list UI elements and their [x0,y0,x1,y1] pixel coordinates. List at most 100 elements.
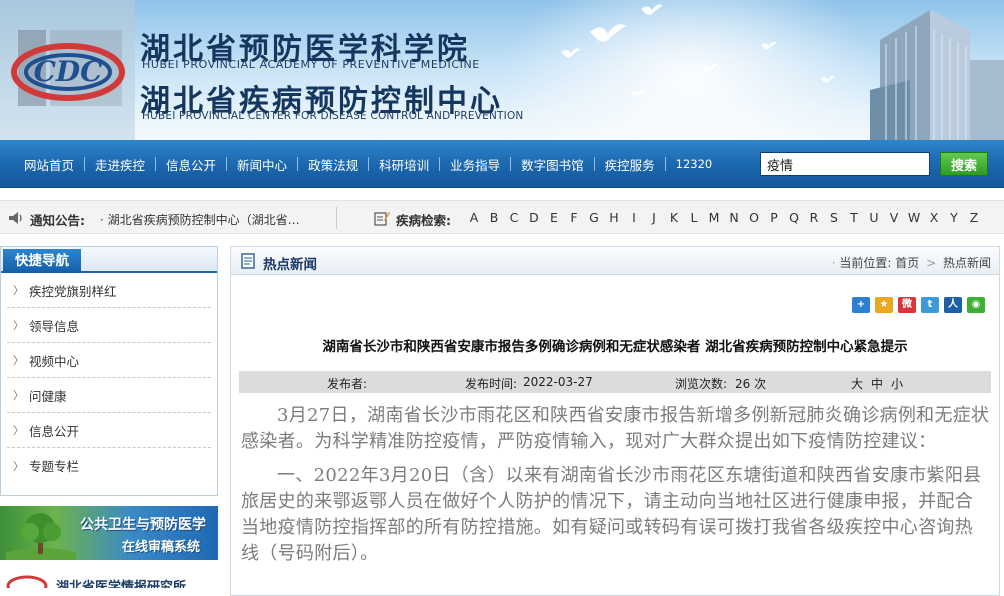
plus-share-icon[interactable]: + [852,297,870,313]
journal-review-subtitle: 在线审稿系统 [122,540,201,555]
dove-icon [641,4,663,15]
site-banner: CDC 湖北省预防医学科学院 HUBEI PROVINCIAL ACADEMY … [0,0,1004,140]
quick-nav-label: 问健康 [29,388,67,404]
letter-link[interactable]: K [664,210,684,225]
quick-nav-item-party[interactable]: 〉疾控党旗别样红 [7,273,211,308]
journal-review-banner[interactable]: 公共卫生与预防医学 在线审稿系统 [0,506,218,560]
banner-glow [500,0,880,140]
cdc-logo-icon: CDC [11,30,125,106]
wechat-icon[interactable]: ◉ [967,297,985,313]
tree-landscape-icon [6,513,76,560]
tencent-weibo-icon[interactable]: t [921,297,939,313]
nav-news[interactable]: 新闻中心 [227,155,297,174]
letter-link[interactable]: C [504,210,524,225]
quick-nav-label: 视频中心 [29,353,80,369]
letter-link[interactable]: B [484,210,504,225]
renren-icon[interactable]: 人 [944,297,962,313]
nav-info-disclosure[interactable]: 信息公开 [156,155,226,174]
quick-nav-item-topics[interactable]: 〉专题专栏 [7,448,211,483]
nav-about[interactable]: 走进疾控 [85,155,155,174]
breadcrumb-bullet: · [831,256,836,270]
journal-review-title: 公共卫生与预防医学 [80,517,206,533]
svg-text:CDC: CDC [34,55,104,88]
breadcrumb: · 当前位置: 首页 > 热点新闻 [832,254,991,271]
chevron-right-icon: 〉 [13,424,24,437]
publisher-label: 发布者: [327,377,368,391]
letter-link[interactable]: G [584,210,604,225]
letter-link[interactable]: R [804,210,824,225]
publish-time-label: 发布时间: [465,377,518,391]
institute-logo-icon [6,575,48,588]
search-button[interactable]: 搜索 [940,152,988,176]
letter-link[interactable]: Q [784,210,804,225]
search-input[interactable] [760,152,930,176]
letter-link[interactable]: F [564,210,584,225]
dove-icon [820,75,836,83]
letter-link[interactable]: A [464,210,484,225]
letter-link[interactable]: O [744,210,764,225]
chevron-right-icon: 〉 [13,354,24,367]
letter-link[interactable]: P [764,210,784,225]
letter-link[interactable]: V [884,210,904,225]
disease-letter-index: A B C D E F G H I J K L M N O P Q R S T … [464,210,984,225]
notice-marquee-link[interactable]: · 湖北省疾病预防控制中心（湖北省预防医学科学院） [100,211,310,228]
article-body: 3月27日，湖南省长沙市雨花区和陕西省安康市报告新增多例新冠肺炎确诊病例和无症状… [241,403,991,575]
nav-services[interactable]: 疾控服务 [595,155,665,174]
medical-info-institute-banner[interactable]: 湖北省医学情报研究所 [0,570,218,588]
letter-link[interactable]: E [544,210,564,225]
article-paragraph: 3月27日，湖南省长沙市雨花区和陕西省安康市报告新增多例新冠肺炎确诊病例和无症状… [241,405,990,452]
views-label: 浏览次数: [675,377,728,391]
qzone-icon[interactable]: ★ [875,297,893,313]
nav-library[interactable]: 数字图书馆 [511,155,594,174]
quick-nav-item-leaders[interactable]: 〉领导信息 [7,308,211,343]
nav-hotline[interactable]: 12320 [666,157,723,171]
main-navigation: 网站首页 走进疾控 信息公开 新闻中心 政策法规 科研培训 业务指导 数字图书馆… [0,140,1004,188]
breadcrumb-separator: > [926,256,937,270]
views-value: 26 次 [735,377,767,391]
quick-nav-panel: 快捷导航 〉疾控党旗别样红 〉领导信息 〉视频中心 〉问健康 〉信息公开 〉专题… [0,246,218,496]
quick-nav-label: 领导信息 [29,318,80,334]
letter-link[interactable]: M [704,210,724,225]
letter-link[interactable]: J [644,210,664,225]
hot-news-panel: 热点新闻 · 当前位置: 首页 > 热点新闻 + ★ 微 t 人 ◉ 湖南省长沙… [230,246,1000,596]
nav-policy[interactable]: 政策法规 [298,155,368,174]
breadcrumb-current[interactable]: 热点新闻 [943,256,991,270]
letter-link[interactable]: X [924,210,944,225]
letter-link[interactable]: Z [964,210,984,225]
dove-icon [630,89,646,97]
chevron-right-icon: 〉 [13,459,24,473]
font-size-large-button[interactable]: 大 [851,375,863,392]
hot-news-title: 热点新闻 [263,257,317,273]
letter-link[interactable]: L [684,210,704,225]
quick-nav-label: 信息公开 [29,423,80,439]
nav-home[interactable]: 网站首页 [14,155,84,174]
nav-research[interactable]: 科研培训 [369,155,439,174]
quick-nav-item-health-qa[interactable]: 〉问健康 [7,378,211,413]
font-size-small-button[interactable]: 小 [891,375,903,392]
institute-title-en: HUBEI PROVINCIAL ACADEMY OF PREVENTIVE M… [142,58,480,71]
letter-link[interactable]: S [824,210,844,225]
dove-icon [761,41,777,50]
letter-link[interactable]: N [724,210,744,225]
font-size-medium-button[interactable]: 中 [871,375,883,392]
letter-link[interactable]: U [864,210,884,225]
quick-nav-label: 疾控党旗别样红 [29,283,117,299]
speaker-icon [9,212,22,224]
letter-link[interactable]: H [604,210,624,225]
disease-search-label: 疾病检索: [396,213,451,228]
share-toolbar: + ★ 微 t 人 ◉ [852,297,985,313]
quick-nav-item-info[interactable]: 〉信息公开 [7,413,211,448]
article-meta-bar: 发布者: 发布时间: 2022-03-27 浏览次数: 26 次 大 中 小 [239,371,991,393]
letter-link[interactable]: D [524,210,544,225]
dove-icon [590,24,626,42]
letter-link[interactable]: T [844,210,864,225]
breadcrumb-label: 当前位置: [839,256,892,270]
letter-link[interactable]: I [624,210,644,225]
nav-guidance[interactable]: 业务指导 [440,155,510,174]
breadcrumb-home[interactable]: 首页 [895,256,919,270]
letter-link[interactable]: Y [944,210,964,225]
quick-nav-item-video[interactable]: 〉视频中心 [7,343,211,378]
letter-link[interactable]: W [904,210,924,225]
building-illustration-icon [870,10,1004,140]
weibo-icon[interactable]: 微 [898,297,916,313]
